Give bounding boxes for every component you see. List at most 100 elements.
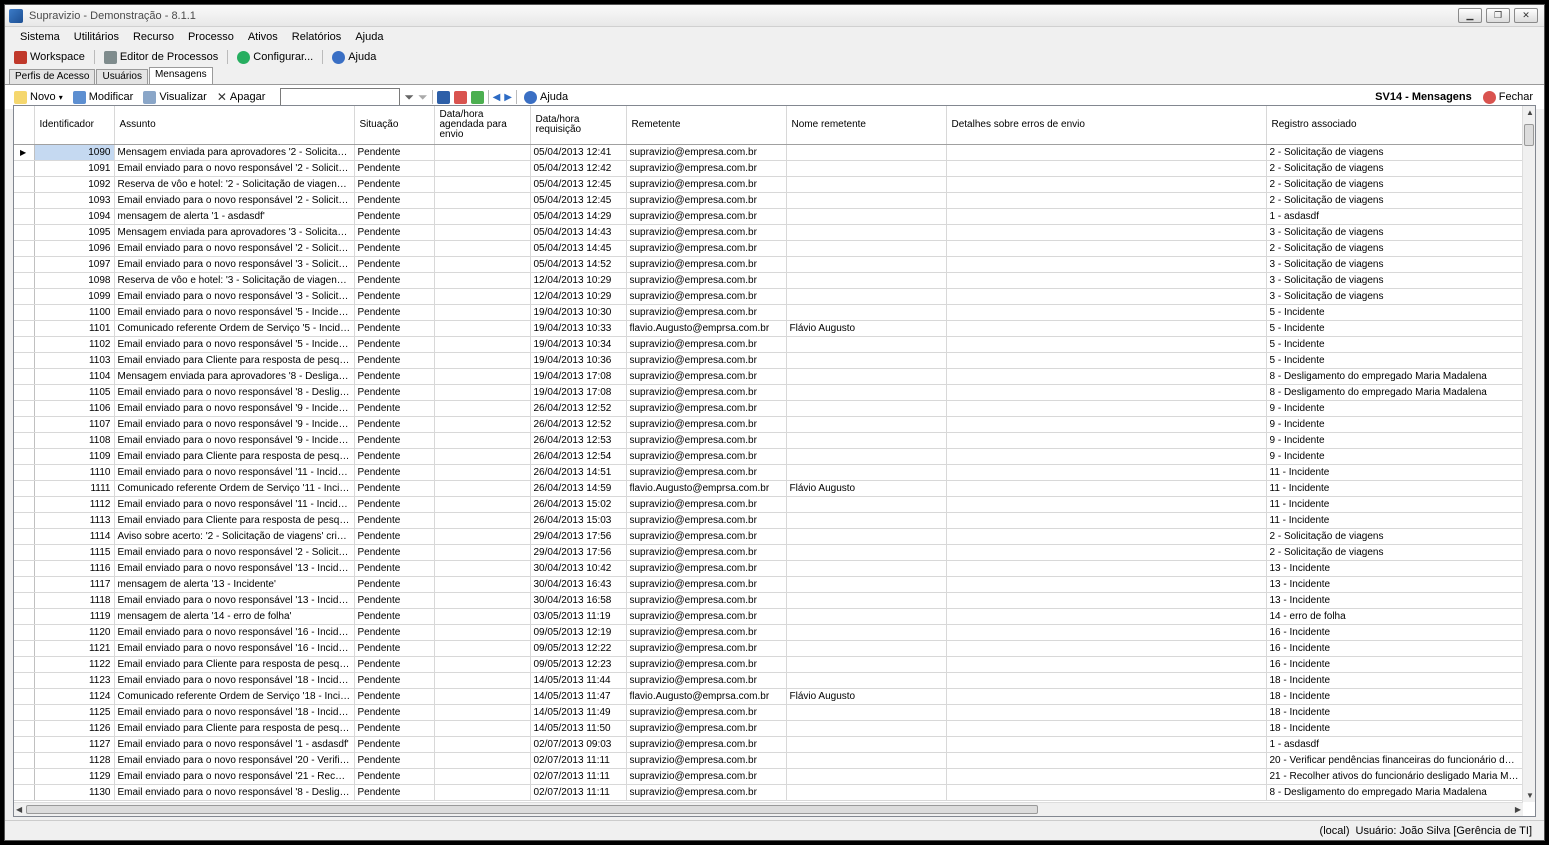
- table-cell[interactable]: 1129: [34, 768, 115, 785]
- table-cell[interactable]: [946, 672, 1267, 689]
- table-cell[interactable]: [434, 768, 531, 785]
- table-cell[interactable]: supravizio@empresa.com.br: [626, 176, 787, 193]
- row-header[interactable]: [14, 240, 35, 257]
- table-cell[interactable]: Comunicado referente Ordem de Serviço '5…: [114, 320, 355, 337]
- table-row[interactable]: 1114 Aviso sobre acerto: '2 - Solicitação…: [14, 528, 1523, 545]
- table-cell[interactable]: 19/04/2013 10:34: [530, 336, 627, 353]
- table-cell[interactable]: 3 - Solicitação de viagens: [1266, 272, 1523, 289]
- table-cell[interactable]: [946, 288, 1267, 305]
- column-header[interactable]: Registro associado: [1266, 106, 1523, 145]
- table-cell[interactable]: 05/04/2013 14:29: [530, 208, 627, 225]
- table-cell[interactable]: [786, 192, 947, 209]
- table-cell[interactable]: [946, 752, 1267, 769]
- table-cell[interactable]: [786, 464, 947, 481]
- table-cell[interactable]: 05/04/2013 12:45: [530, 192, 627, 209]
- table-cell[interactable]: 1094: [34, 208, 115, 225]
- table-cell[interactable]: Pendente: [354, 144, 435, 161]
- row-header[interactable]: [14, 304, 35, 321]
- table-cell[interactable]: 05/04/2013 12:45: [530, 176, 627, 193]
- row-header[interactable]: [14, 704, 35, 721]
- table-cell[interactable]: [786, 416, 947, 433]
- table-cell[interactable]: [946, 336, 1267, 353]
- table-cell[interactable]: Pendente: [354, 224, 435, 241]
- table-cell[interactable]: Comunicado referente Ordem de Serviço '1…: [114, 480, 355, 497]
- row-header[interactable]: [14, 336, 35, 353]
- table-cell[interactable]: [946, 144, 1267, 161]
- table-row[interactable]: 1125 Email enviado para o novo responsáve…: [14, 704, 1523, 721]
- table-cell[interactable]: 1124: [34, 688, 115, 705]
- table-cell[interactable]: 1 - asdasdf: [1266, 736, 1523, 753]
- table-cell[interactable]: mensagem de alerta '1 - asdasdf': [114, 208, 355, 225]
- table-cell[interactable]: [434, 352, 531, 369]
- table-cell[interactable]: 12/04/2013 10:29: [530, 272, 627, 289]
- menu-utilitarios[interactable]: Utilitários: [67, 31, 126, 43]
- clear-filter-icon[interactable]: ⏷: [418, 90, 428, 105]
- table-cell[interactable]: 05/04/2013 14:52: [530, 256, 627, 273]
- table-cell[interactable]: Pendente: [354, 784, 435, 801]
- row-header[interactable]: [14, 608, 35, 625]
- table-cell[interactable]: Mensagem enviada para aprovadores '3 - S…: [114, 224, 355, 241]
- table-cell[interactable]: 19/04/2013 10:30: [530, 304, 627, 321]
- table-cell[interactable]: 19/04/2013 10:33: [530, 320, 627, 337]
- configurar-button[interactable]: Configurar...: [234, 50, 316, 65]
- table-row[interactable]: 1123 Email enviado para o novo responsáve…: [14, 672, 1523, 689]
- table-cell[interactable]: 26/04/2013 14:59: [530, 480, 627, 497]
- table-row[interactable]: 1102 Email enviado para o novo responsáve…: [14, 336, 1523, 353]
- table-cell[interactable]: 13 - Incidente: [1266, 592, 1523, 609]
- table-cell[interactable]: 05/04/2013 12:41: [530, 144, 627, 161]
- row-header[interactable]: [14, 480, 35, 497]
- table-cell[interactable]: [434, 752, 531, 769]
- table-cell[interactable]: 1115: [34, 544, 115, 561]
- table-cell[interactable]: flavio.Augusto@emprsa.com.br: [626, 480, 787, 497]
- table-cell[interactable]: 1095: [34, 224, 115, 241]
- table-cell[interactable]: [946, 560, 1267, 577]
- table-cell[interactable]: Email enviado para o novo responsável '3…: [114, 288, 355, 305]
- row-header[interactable]: [14, 688, 35, 705]
- table-cell[interactable]: [434, 496, 531, 513]
- column-header[interactable]: Situação: [354, 106, 435, 145]
- table-cell[interactable]: Email enviado para o novo responsável '2…: [114, 768, 355, 785]
- table-cell[interactable]: 26/04/2013 14:51: [530, 464, 627, 481]
- table-cell[interactable]: 19/04/2013 17:08: [530, 384, 627, 401]
- table-cell[interactable]: Email enviado para Cliente para resposta…: [114, 512, 355, 529]
- vertical-scrollbar[interactable]: ▲ ▼: [1522, 106, 1535, 802]
- table-cell[interactable]: [434, 368, 531, 385]
- table-cell[interactable]: supravizio@empresa.com.br: [626, 400, 787, 417]
- table-cell[interactable]: mensagem de alerta '13 - Incidente': [114, 576, 355, 593]
- table-cell[interactable]: [434, 240, 531, 257]
- table-cell[interactable]: [786, 672, 947, 689]
- row-header[interactable]: [14, 384, 35, 401]
- table-cell[interactable]: Email enviado para o novo responsável '8…: [114, 384, 355, 401]
- column-header[interactable]: Nome remetente: [786, 106, 947, 145]
- table-cell[interactable]: 18 - Incidente: [1266, 720, 1523, 737]
- scroll-right-icon[interactable]: ▶: [1515, 805, 1521, 814]
- table-cell[interactable]: Pendente: [354, 560, 435, 577]
- table-cell[interactable]: supravizio@empresa.com.br: [626, 528, 787, 545]
- table-cell[interactable]: Pendente: [354, 208, 435, 225]
- table-cell[interactable]: Pendente: [354, 480, 435, 497]
- table-cell[interactable]: Pendente: [354, 720, 435, 737]
- table-cell[interactable]: 5 - Incidente: [1266, 336, 1523, 353]
- table-cell[interactable]: 11 - Incidente: [1266, 464, 1523, 481]
- table-cell[interactable]: [434, 480, 531, 497]
- row-header[interactable]: [14, 624, 35, 641]
- table-row[interactable]: 1129 Email enviado para o novo responsáve…: [14, 768, 1523, 785]
- table-cell[interactable]: [434, 416, 531, 433]
- table-cell[interactable]: [786, 496, 947, 513]
- table-cell[interactable]: [434, 576, 531, 593]
- table-cell[interactable]: 18 - Incidente: [1266, 704, 1523, 721]
- table-cell[interactable]: [434, 320, 531, 337]
- row-header[interactable]: [14, 160, 35, 177]
- table-cell[interactable]: [946, 272, 1267, 289]
- row-header[interactable]: [14, 512, 35, 529]
- table-cell[interactable]: [434, 512, 531, 529]
- table-cell[interactable]: [946, 160, 1267, 177]
- grid-help-button[interactable]: Ajuda: [521, 90, 571, 105]
- table-cell[interactable]: [434, 736, 531, 753]
- table-cell[interactable]: 3 - Solicitação de viagens: [1266, 224, 1523, 241]
- table-cell[interactable]: supravizio@empresa.com.br: [626, 608, 787, 625]
- restore-button[interactable]: ❐: [1486, 8, 1510, 23]
- table-cell[interactable]: [786, 704, 947, 721]
- table-cell[interactable]: [434, 192, 531, 209]
- table-cell[interactable]: Pendente: [354, 160, 435, 177]
